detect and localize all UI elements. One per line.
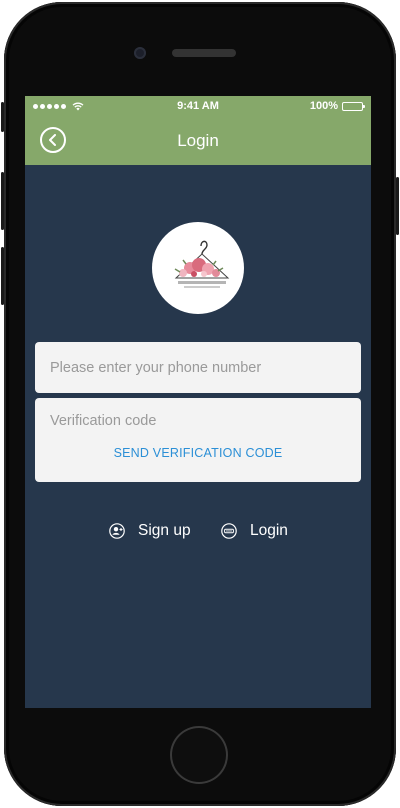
sign-up-label: Sign up <box>138 522 191 539</box>
page-title: Login <box>177 130 219 150</box>
battery-status: 100% <box>309 100 365 112</box>
signal-strength <box>33 102 84 111</box>
wifi-icon <box>72 102 84 110</box>
brand-logo <box>152 222 244 314</box>
auth-links: Sign up Login <box>25 522 371 542</box>
battery-percent: 100% <box>309 100 338 112</box>
verification-card: SEND VERIFICATION CODE <box>35 398 361 482</box>
login-label: Login <box>250 522 288 539</box>
mute-switch <box>1 102 4 132</box>
status-bar: 9:41 AM 100% <box>25 96 371 116</box>
earpiece-speaker <box>172 49 236 57</box>
screen: 9:41 AM 100% Login Please enter your pho… <box>25 96 371 708</box>
phone-number-input[interactable] <box>35 342 361 393</box>
volume-up-button <box>1 172 4 230</box>
login-link[interactable]: Login <box>221 522 288 540</box>
power-button <box>396 177 399 235</box>
login-icon <box>221 523 237 539</box>
back-button[interactable] <box>40 127 66 153</box>
phone-input-card <box>35 342 361 393</box>
battery-icon <box>342 101 365 111</box>
volume-down-button <box>1 247 4 305</box>
send-verification-code-button[interactable]: SEND VERIFICATION CODE <box>35 446 361 460</box>
hanger-floral-logo-icon <box>174 240 230 288</box>
sign-up-link[interactable]: Sign up <box>109 522 191 540</box>
home-button <box>170 726 228 784</box>
chevron-left-icon <box>49 134 56 146</box>
verification-code-input[interactable] <box>35 398 361 444</box>
front-camera <box>134 47 146 59</box>
navigation-bar: Login <box>25 116 371 165</box>
user-add-icon <box>109 523 125 539</box>
